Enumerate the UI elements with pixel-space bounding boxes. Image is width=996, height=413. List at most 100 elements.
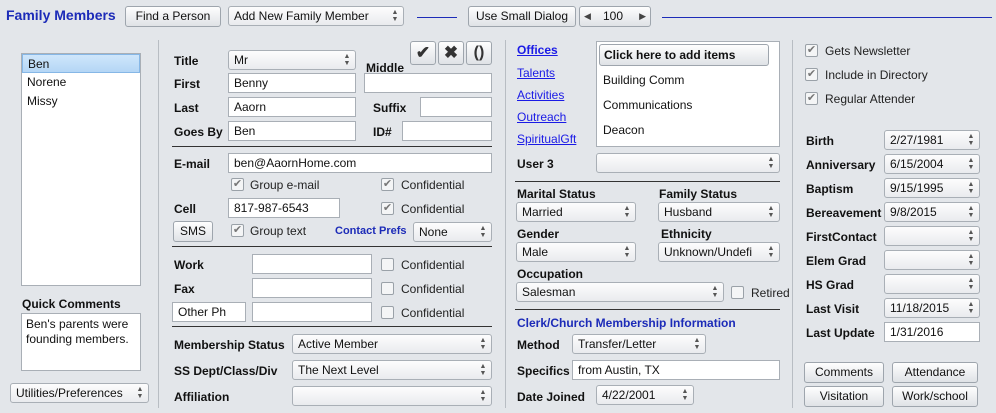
other-confidential-checkbox[interactable] [381,306,394,319]
utilities-select[interactable]: Utilities/Preferences ▲ ▼ [10,383,149,403]
toolbar-divider-right [662,17,992,18]
baptism-label: Baptism [806,182,854,196]
tab-outreach[interactable]: Outreach [517,110,566,124]
retired-checkbox[interactable] [731,286,744,299]
date-joined-field[interactable]: 4/22/2001 ▲ ▼ [596,385,694,405]
regular-attender-checkbox[interactable]: ✔ [805,92,818,105]
date-joined-label: Date Joined [517,390,586,404]
save-check-button[interactable]: ✔ [410,41,436,65]
cell-confidential-checkbox[interactable]: ✔ [381,202,394,215]
email-field[interactable]: ben@AaornHome.com [228,153,492,173]
anniversary-date-field[interactable]: 6/15/2004 ▲ ▼ [884,154,980,174]
title-select[interactable]: Mr ▲ ▼ [228,50,356,70]
comments-button[interactable]: Comments [804,362,884,383]
last-visit-date-field[interactable]: 11/18/2015 ▲ ▼ [884,298,980,318]
birth-date-field[interactable]: 2/27/1981 ▲ ▼ [884,130,980,150]
method-label: Method [517,338,560,352]
fax-label: Fax [174,282,195,296]
user3-select[interactable]: ▲ ▼ [596,153,780,173]
bereavement-date-field[interactable]: 9/8/2015 ▲ ▼ [884,202,980,222]
visitation-button[interactable]: Visitation [804,386,884,407]
member-item[interactable]: Ben [22,54,140,73]
tab-talents[interactable]: Talents [517,66,555,80]
work-label: Work [174,258,204,272]
directory-checkbox[interactable]: ✔ [805,68,818,81]
first-contact-label: FirstContact [806,230,877,244]
add-family-member-select[interactable]: Add New Family Member ▲ ▼ [228,6,404,26]
occupation-select[interactable]: Salesman ▲ ▼ [516,282,724,302]
last-visit-date-value: 11/18/2015 [890,301,950,315]
method-select[interactable]: Transfer/Letter ▲ ▼ [572,334,706,354]
column-divider [158,40,159,408]
work-phone-field[interactable] [252,254,372,274]
user3-label: User 3 [517,157,554,171]
undo-button[interactable]: () [466,41,492,65]
newsletter-checkbox[interactable]: ✔ [805,44,818,57]
fax-confidential-checkbox[interactable] [381,282,394,295]
gender-select[interactable]: Male ▲ ▼ [516,242,636,262]
work-confidential-checkbox[interactable] [381,258,394,271]
group-email-checkbox[interactable]: ✔ [231,178,244,191]
right-arrow-icon[interactable]: ▶ [639,7,646,26]
tab-offices[interactable]: Offices [517,43,558,57]
elem-grad-date-field[interactable]: ▲ ▼ [884,250,980,270]
group-item[interactable]: Deacon [603,123,644,137]
spinner-icon: ▲ ▼ [343,53,351,67]
middle-name-field[interactable] [364,73,492,93]
gender-value: Male [522,245,549,259]
affiliation-select[interactable]: ▲ ▼ [292,386,492,406]
family-status-select[interactable]: Husband ▲ ▼ [658,202,780,222]
group-item[interactable]: Building Comm [603,73,684,87]
tab-spiritualgft[interactable]: SpiritualGft [517,132,576,146]
spinner-icon: ▲ ▼ [767,245,775,259]
occupation-value: Salesman [522,285,576,299]
cell-field[interactable]: 817-987-6543 [228,198,340,218]
membership-status-value: Active Member [298,337,379,351]
member-item[interactable]: Norene [22,73,140,92]
sms-button[interactable]: SMS [173,221,213,242]
add-items-button[interactable]: Click here to add items [599,44,769,66]
use-small-dialog-button[interactable]: Use Small Dialog [468,6,576,27]
attendance-button[interactable]: Attendance [892,362,978,383]
window-title: Family Members [6,7,116,23]
other-phone-type-field[interactable]: Other Ph [172,302,246,322]
member-item[interactable]: Missy [22,92,140,111]
last-name-field[interactable]: Aaorn [228,97,356,117]
marital-status-label: Marital Status [517,187,596,201]
contact-prefs-select[interactable]: None ▲ ▼ [413,222,492,242]
group-item[interactable]: Communications [603,98,692,112]
first-contact-date-field[interactable]: ▲ ▼ [884,226,980,246]
email-confidential-checkbox[interactable]: ✔ [381,178,394,191]
spinner-icon: ▲ ▼ [479,337,487,351]
tab-activities[interactable]: Activities [517,88,564,102]
ss-dept-select[interactable]: The Next Level ▲ ▼ [292,360,492,380]
quick-comments-text[interactable]: Ben's parents were founding members. [21,313,141,371]
id-field[interactable] [402,121,492,141]
group-email-label: Group e-mail [250,178,320,192]
goes-by-field[interactable]: Ben [228,121,356,141]
fax-field[interactable] [252,278,372,298]
zoom-stepper[interactable]: ◀ 100 ▶ [579,6,651,27]
anniversary-date-value: 6/15/2004 [890,157,944,171]
work-school-button[interactable]: Work/school [892,386,978,407]
member-list[interactable]: Ben Norene Missy [21,53,141,286]
find-person-button[interactable]: Find a Person [125,6,221,27]
hs-grad-date-field[interactable]: ▲ ▼ [884,274,980,294]
membership-status-select[interactable]: Active Member ▲ ▼ [292,334,492,354]
anniversary-label: Anniversary [806,158,876,172]
specifics-label: Specifics [517,364,570,378]
other-phone-field[interactable] [252,302,372,322]
first-name-field[interactable]: Benny [228,73,356,93]
suffix-field[interactable] [420,97,492,117]
group-text-checkbox[interactable]: ✔ [231,224,244,237]
baptism-date-value: 9/15/1995 [890,181,944,195]
baptism-date-field[interactable]: 9/15/1995 ▲ ▼ [884,178,980,198]
marital-status-select[interactable]: Married ▲ ▼ [516,202,636,222]
left-arrow-icon[interactable]: ◀ [584,7,591,26]
group-items-list[interactable]: Click here to add items Building Comm Co… [596,41,780,147]
specifics-field[interactable]: from Austin, TX [572,360,780,380]
ethnicity-select[interactable]: Unknown/Undefi ▲ ▼ [658,242,780,262]
elem-grad-label: Elem Grad [806,254,867,268]
spinner-icon: ▲ ▼ [967,205,975,219]
cancel-x-button[interactable]: ✖ [438,41,464,65]
